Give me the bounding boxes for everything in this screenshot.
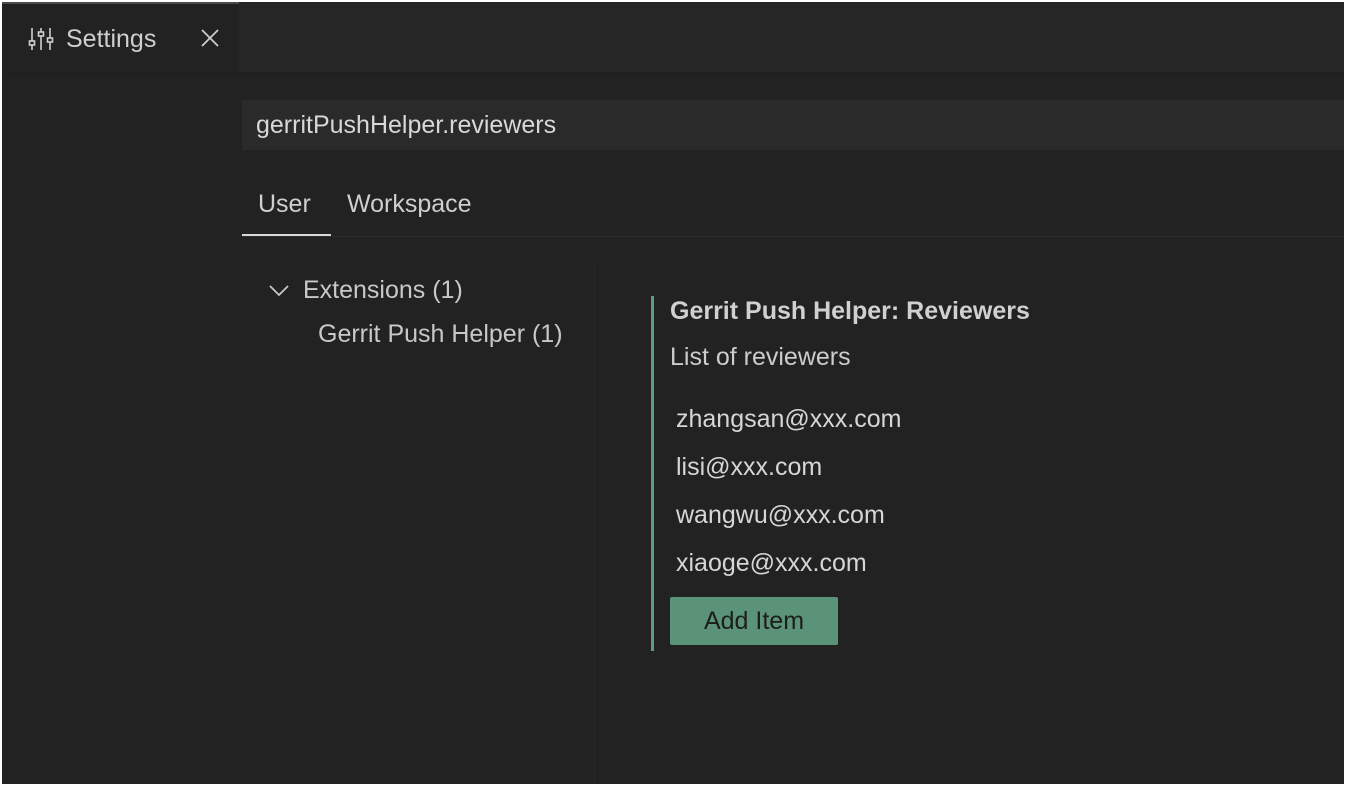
list-item[interactable]: lisi@xxx.com — [676, 451, 822, 483]
setting-reviewers: Gerrit Push Helper: Reviewers List of re… — [651, 296, 1254, 651]
tab-workspace[interactable]: Workspace — [347, 188, 472, 220]
close-icon[interactable] — [198, 26, 222, 50]
list-item[interactable]: wangwu@xxx.com — [676, 499, 885, 531]
chevron-down-icon — [269, 285, 289, 297]
setting-description: List of reviewers — [670, 343, 851, 371]
toc-item-gerrit-push-helper[interactable]: Gerrit Push Helper (1) — [318, 318, 563, 350]
add-item-button[interactable]: Add Item — [670, 597, 838, 645]
toc-extensions-label: Extensions (1) — [303, 276, 463, 304]
list-item[interactable]: xiaoge@xxx.com — [676, 547, 867, 579]
tab-label: Settings — [66, 25, 157, 53]
active-tab-indicator — [242, 234, 331, 236]
scope-tabs: User Workspace — [242, 180, 1344, 237]
list-item[interactable]: zhangsan@xxx.com — [676, 403, 901, 435]
tab-settings[interactable]: Settings — [2, 2, 239, 72]
tab-user[interactable]: User — [258, 188, 311, 220]
editor-tab-bar: Settings — [2, 2, 1344, 73]
settings-sliders-icon — [28, 28, 54, 50]
settings-window: Settings User Workspace Extensions (1) G… — [2, 2, 1344, 784]
settings-search-input[interactable] — [242, 100, 1344, 150]
setting-title: Gerrit Push Helper: Reviewers — [670, 297, 1030, 325]
settings-toc: Extensions (1) Gerrit Push Helper (1) — [242, 264, 595, 784]
